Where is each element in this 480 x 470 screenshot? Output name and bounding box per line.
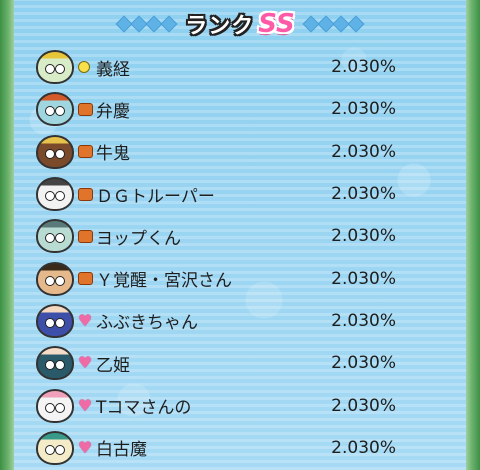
yokai-avatar xyxy=(36,177,74,212)
appearance-rate: 2.030% xyxy=(331,353,396,374)
bulb-icon xyxy=(78,61,90,74)
yokai-avatar xyxy=(36,92,74,127)
appearance-rate: 2.030% xyxy=(331,141,396,162)
appearance-rate: 2.030% xyxy=(331,310,396,331)
yokai-name: 乙姫 xyxy=(96,355,130,376)
rank-title: ランク SS xyxy=(185,8,295,40)
yokai-name: 義経 xyxy=(96,59,130,80)
yokai-avatar xyxy=(36,50,74,85)
left-frame xyxy=(0,0,14,470)
appearance-rate: 2.030% xyxy=(331,395,396,416)
diamond-icon xyxy=(347,15,365,33)
appearance-rate: 2.030% xyxy=(331,437,396,458)
rank-title-label: ランク xyxy=(185,14,255,39)
fist-icon xyxy=(78,187,93,201)
appearance-rate: 2.030% xyxy=(331,184,396,205)
yokai-name: ヨップくん xyxy=(96,228,181,249)
appearance-rate: 2.030% xyxy=(331,57,396,78)
heart-icon xyxy=(78,356,92,370)
list-item: Ｙ覚醒・宮沢さん 2.030% xyxy=(14,257,466,299)
yokai-name: Ｙ覚醒・宮沢さん xyxy=(96,271,232,292)
rank-header: ランク SS xyxy=(14,4,466,44)
diamond-icon xyxy=(160,15,178,33)
yokai-avatar xyxy=(36,219,74,254)
heart-icon xyxy=(78,399,92,413)
list-item: 義経 2.030% xyxy=(14,46,466,88)
fist-icon xyxy=(78,145,93,159)
rank-list-panel: ランク SS 義経 2.030% 弁慶 2.030% 牛鬼 2.030% ＤＧト… xyxy=(14,0,466,470)
list-item: 乙姫 2.030% xyxy=(14,342,466,384)
appearance-rate: 2.030% xyxy=(331,268,396,289)
yokai-avatar xyxy=(36,261,74,296)
fist-icon xyxy=(78,272,93,286)
list-item: 弁慶 2.030% xyxy=(14,88,466,130)
yokai-name: ＤＧトルーパー xyxy=(96,186,215,207)
appearance-rate: 2.030% xyxy=(331,226,396,247)
yokai-avatar xyxy=(36,346,74,381)
list-item: ヨップくん 2.030% xyxy=(14,215,466,257)
yokai-avatar xyxy=(36,303,74,338)
yokai-name: ふぶきちゃん xyxy=(96,313,198,334)
list-item: Tコマさんの 2.030% xyxy=(14,384,466,426)
yokai-rate-list: 義経 2.030% 弁慶 2.030% 牛鬼 2.030% ＤＧトルーパー 2.… xyxy=(14,46,466,469)
header-decoration-left xyxy=(115,15,178,33)
list-item: 牛鬼 2.030% xyxy=(14,131,466,173)
yokai-avatar xyxy=(36,134,74,169)
rank-badge: SS xyxy=(258,9,295,39)
yokai-name: 牛鬼 xyxy=(96,144,130,165)
yokai-avatar xyxy=(36,388,74,423)
list-item: ＤＧトルーパー 2.030% xyxy=(14,173,466,215)
list-item: 白古魔 2.030% xyxy=(14,427,466,469)
fist-icon xyxy=(78,102,93,116)
yokai-name: 白古魔 xyxy=(96,440,147,461)
heart-icon xyxy=(78,314,92,328)
yokai-avatar xyxy=(36,430,74,465)
list-item: ふぶきちゃん 2.030% xyxy=(14,300,466,342)
yokai-name: 弁慶 xyxy=(96,101,130,122)
right-frame xyxy=(466,0,480,470)
yokai-name: Tコマさんの xyxy=(96,398,192,419)
fist-icon xyxy=(78,229,93,243)
appearance-rate: 2.030% xyxy=(331,99,396,120)
header-decoration-right xyxy=(302,15,365,33)
heart-icon xyxy=(78,441,92,455)
